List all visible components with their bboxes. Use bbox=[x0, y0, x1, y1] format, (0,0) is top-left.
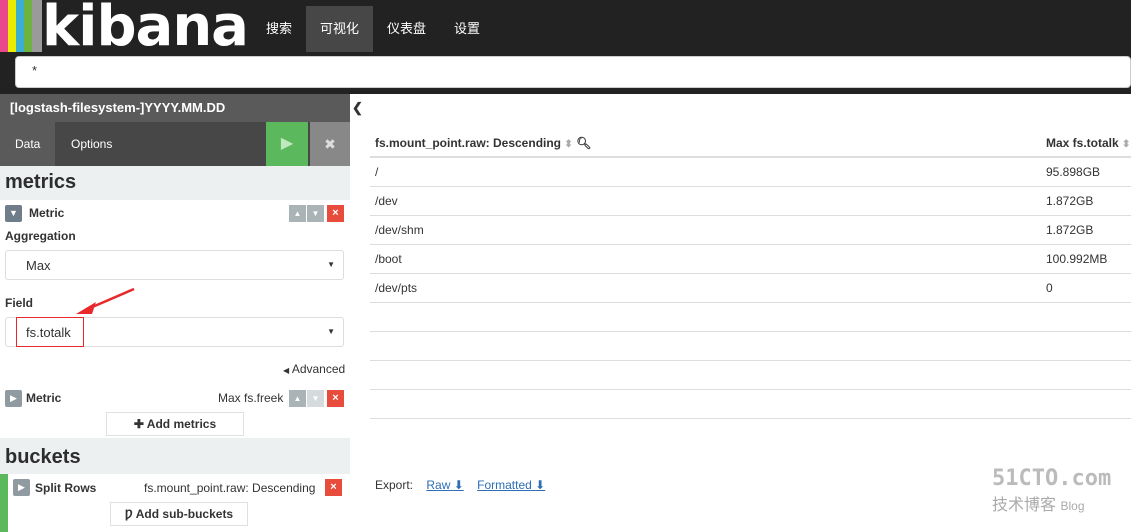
field-label: Field bbox=[5, 296, 34, 310]
metric-agg-name: Metric bbox=[29, 206, 65, 220]
aggregation-select[interactable]: Max ▼ bbox=[5, 250, 344, 280]
advanced-toggle[interactable]: ◀ Advanced bbox=[283, 362, 345, 376]
discard-changes-button[interactable]: ✖ bbox=[310, 122, 350, 166]
remove-agg-icon[interactable]: × bbox=[327, 390, 344, 407]
watermark-sub-line: 技术博客 Blog bbox=[992, 491, 1111, 515]
table-row: /dev/shm 1.872GB bbox=[370, 216, 1131, 245]
kibana-logo[interactable]: kibana bbox=[42, 0, 249, 59]
top-navbar: kibana 搜索 可视化 仪表盘 设置 bbox=[0, 0, 1131, 59]
vis-editor-sidebar: [logstash-filesystem-]YYYY.MM.DD Data Op… bbox=[0, 94, 350, 532]
table-cell: 1.872GB bbox=[1046, 194, 1094, 208]
chevron-right-icon[interactable]: ▶ bbox=[13, 479, 30, 496]
download-icon: ⬇ bbox=[535, 478, 546, 492]
table-header-row bbox=[370, 127, 1131, 158]
query-bar: * bbox=[0, 52, 1131, 94]
move-down-icon[interactable]: ▼ bbox=[307, 390, 324, 407]
plus-icon: ✚ bbox=[133, 417, 144, 431]
table-cell: /dev bbox=[375, 194, 398, 208]
export-raw-link[interactable]: Raw ⬇ bbox=[426, 478, 463, 492]
export-label: Export: bbox=[375, 478, 414, 492]
table-row-empty bbox=[370, 332, 1131, 361]
table-cell: /boot bbox=[375, 252, 402, 266]
table-cell: 100.992MB bbox=[1046, 252, 1108, 266]
close-icon: ✖ bbox=[324, 136, 336, 152]
metrics-title: metrics bbox=[5, 171, 77, 193]
table-row-empty bbox=[370, 390, 1131, 419]
table-row: /boot 100.992MB bbox=[370, 245, 1131, 274]
metric-agg-name: Metric bbox=[26, 391, 62, 405]
watermark-sub: 技术博客 bbox=[992, 497, 1057, 514]
download-icon: ⬇ bbox=[453, 478, 464, 492]
chevron-down-icon[interactable]: ▼ bbox=[5, 205, 22, 222]
add-metrics-label: Add metrics bbox=[146, 417, 217, 431]
nav-item-settings[interactable]: 设置 bbox=[440, 6, 494, 52]
add-sub-buckets-label: Add sub-buckets bbox=[135, 507, 234, 521]
tab-options[interactable]: Options bbox=[56, 122, 127, 166]
add-sub-buckets-button[interactable]: Ƿ Add sub-buckets bbox=[110, 502, 248, 526]
table-cell: 95.898GB bbox=[1046, 165, 1101, 179]
export-formatted-label: Formatted bbox=[477, 478, 532, 492]
nav-item-visualize[interactable]: 可视化 bbox=[306, 6, 374, 52]
bucket-agg-summary: fs.mount_point.raw: Descending bbox=[144, 481, 316, 495]
export-raw-label: Raw bbox=[426, 478, 451, 492]
watermark: 51CTO.com 技术博客 Blog bbox=[992, 466, 1111, 515]
kibana-logo-stripes bbox=[0, 0, 42, 52]
watermark-site: 51CTO.com bbox=[992, 466, 1112, 491]
table-cell: /dev/pts bbox=[375, 281, 418, 295]
remove-agg-icon[interactable]: × bbox=[325, 479, 342, 496]
table-cell: 1.872GB bbox=[1046, 223, 1094, 237]
annotation-highlight-box bbox=[16, 317, 84, 347]
main-nav: 搜索 可视化 仪表盘 设置 bbox=[252, 6, 494, 52]
metric-agg-summary: Max fs.freek bbox=[218, 391, 284, 405]
metric-agg-panel: ▼ Metric ▲ ▼ × Aggregation Max ▼ Field f… bbox=[0, 200, 350, 390]
sidebar-tabs: Data Options ▶ ✖ bbox=[0, 122, 350, 166]
watermark-blog: Blog bbox=[1060, 499, 1085, 513]
advanced-label: Advanced bbox=[291, 362, 346, 376]
caret-left-icon: ◀ bbox=[283, 366, 290, 375]
move-down-icon[interactable]: ▼ bbox=[307, 205, 324, 222]
table-cell: 0 bbox=[1046, 281, 1053, 295]
table-cell: /dev/shm bbox=[375, 223, 424, 237]
buckets-title: buckets bbox=[5, 446, 81, 468]
chevron-down-icon: ▼ bbox=[327, 260, 335, 269]
apply-changes-button[interactable]: ▶ bbox=[266, 122, 308, 166]
play-icon: ▶ bbox=[280, 135, 294, 152]
bucket-agg-name: Split Rows bbox=[35, 481, 97, 495]
remove-agg-icon[interactable]: × bbox=[327, 205, 344, 222]
export-bar: Export: Raw ⬇ Formatted ⬇ bbox=[375, 478, 545, 492]
move-up-icon[interactable]: ▲ bbox=[289, 390, 306, 407]
export-formatted-link[interactable]: Formatted ⬇ bbox=[477, 478, 545, 492]
chevron-right-icon[interactable]: ▶ bbox=[5, 390, 22, 407]
tab-data[interactable]: Data bbox=[0, 122, 56, 166]
table-cell: / bbox=[375, 165, 379, 179]
table-row: /dev 1.872GB bbox=[370, 187, 1131, 216]
table-row: /dev/pts 0 bbox=[370, 274, 1131, 303]
index-pattern-title: [logstash-filesystem-]YYYY.MM.DD bbox=[0, 94, 350, 122]
aggregation-value: Max bbox=[26, 258, 51, 273]
table-row: / 95.898GB bbox=[370, 158, 1131, 187]
table-row-empty bbox=[370, 361, 1131, 390]
add-metrics-button[interactable]: ✚ Add metrics bbox=[106, 412, 244, 436]
table-row-empty bbox=[370, 303, 1131, 332]
aggregation-label: Aggregation bbox=[5, 229, 76, 243]
chevron-down-icon: ▼ bbox=[327, 327, 335, 336]
bucket-color-marker bbox=[0, 474, 8, 532]
split-icon: Ƿ bbox=[124, 507, 133, 521]
nav-item-dashboard[interactable]: 仪表盘 bbox=[373, 6, 440, 52]
nav-item-discover[interactable]: 搜索 bbox=[252, 6, 306, 52]
search-input[interactable]: * bbox=[15, 56, 1131, 88]
move-up-icon[interactable]: ▲ bbox=[289, 205, 306, 222]
